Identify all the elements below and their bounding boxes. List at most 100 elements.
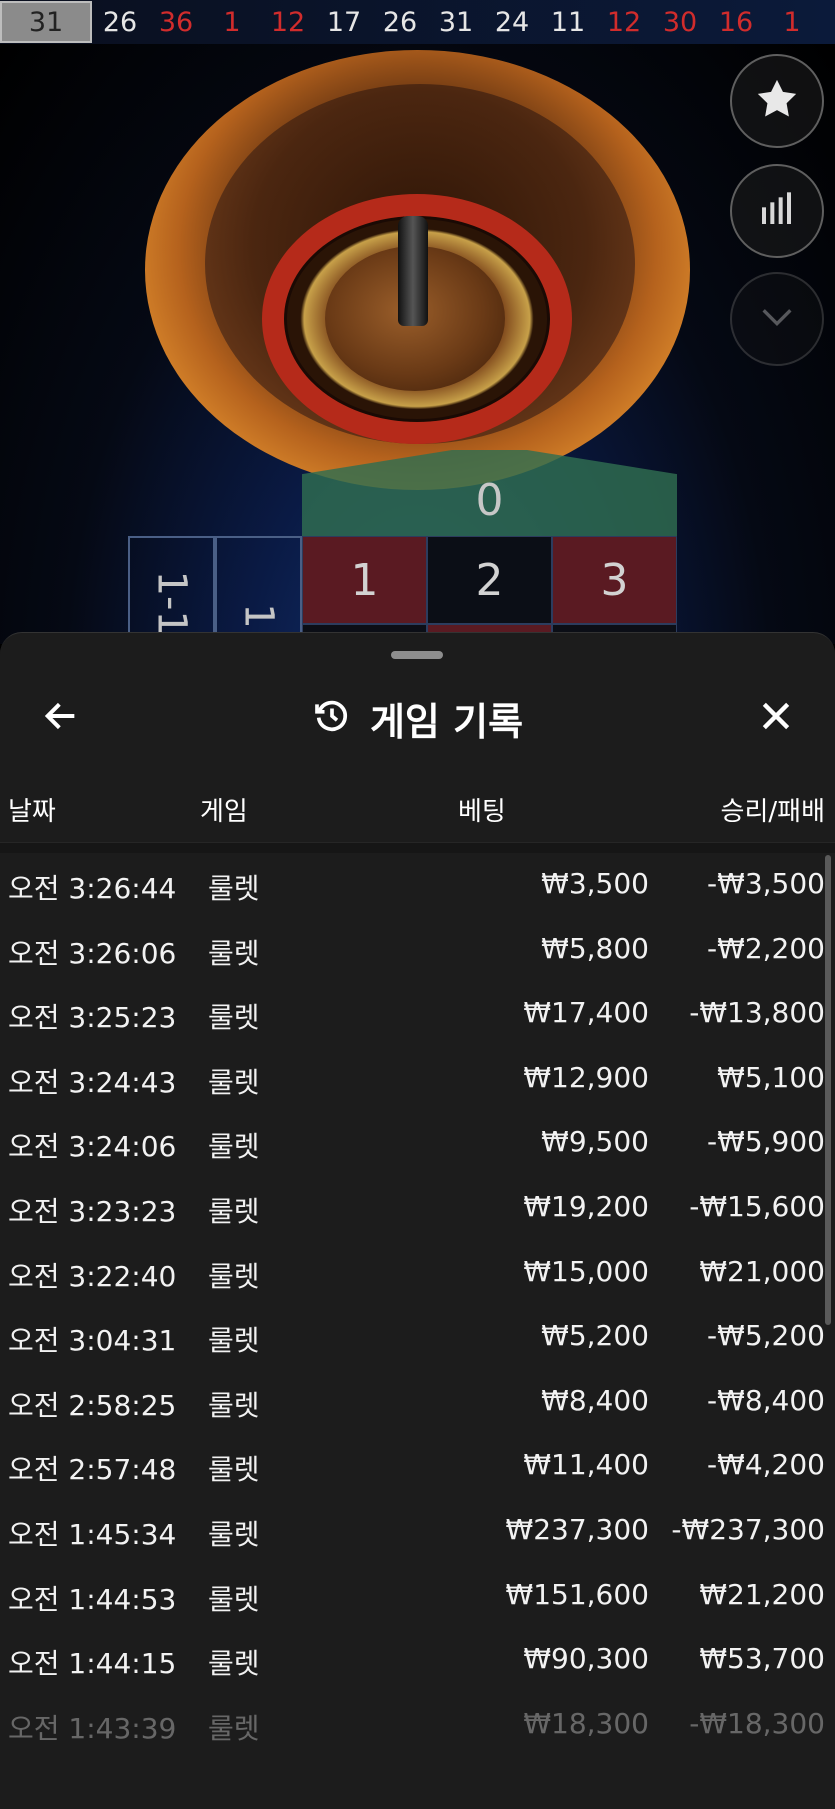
history-row[interactable]: 오전 3:24:43 룰렛 ₩12,900 ₩5,100 xyxy=(0,1047,835,1112)
history-date: 오전 3:25:23 xyxy=(8,1001,177,1035)
history-row[interactable]: 오전 1:43:39 룰렛 ₩18,300 -₩18,300 xyxy=(0,1693,835,1758)
bet-spot-number[interactable]: 3 xyxy=(552,536,677,624)
past-result: 12 xyxy=(606,6,642,38)
past-result: 1 xyxy=(223,6,241,38)
history-game: 룰렛 xyxy=(208,1001,260,1035)
sheet-title: 게임 기록 xyxy=(369,699,524,744)
sheet-drag-handle[interactable] xyxy=(391,651,443,659)
history-win-loss: ₩5,100 xyxy=(717,1060,825,1094)
bet-spot-number[interactable]: 2 xyxy=(427,536,552,624)
past-result: 1 xyxy=(783,6,801,38)
history-win-loss: -₩15,600 xyxy=(689,1189,825,1223)
history-game: 룰렛 xyxy=(208,1647,260,1681)
history-date: 오전 1:44:15 xyxy=(8,1647,177,1681)
stats-icon xyxy=(757,189,797,233)
history-row[interactable]: 오전 2:57:48 룰렛 ₩11,400 -₩4,200 xyxy=(0,1434,835,1499)
history-bet: ₩17,400 xyxy=(523,996,649,1030)
history-row[interactable]: 오전 3:22:40 룰렛 ₩15,000 ₩21,000 xyxy=(0,1241,835,1306)
history-row[interactable]: 오전 3:04:31 룰렛 ₩5,200 -₩5,200 xyxy=(0,1305,835,1370)
close-button[interactable] xyxy=(749,691,803,745)
bet-spot-number[interactable]: 1 xyxy=(302,536,427,624)
history-date: 오전 1:43:39 xyxy=(8,1711,177,1745)
history-row[interactable]: 오전 1:45:34 룰렛 ₩237,300 -₩237,300 xyxy=(0,1499,835,1564)
collapse-button[interactable] xyxy=(730,272,824,366)
history-row[interactable]: 오전 3:25:23 룰렛 ₩17,400 -₩13,800 xyxy=(0,982,835,1047)
history-win-loss: ₩21,000 xyxy=(699,1254,825,1288)
history-bet: ₩12,900 xyxy=(523,1060,649,1094)
history-win-loss: -₩237,300 xyxy=(671,1512,825,1546)
history-game: 룰렛 xyxy=(208,1259,260,1293)
history-date: 오전 3:26:44 xyxy=(8,872,177,905)
history-row[interactable]: 오전 1:44:53 룰렛 ₩151,600 ₩21,200 xyxy=(0,1564,835,1629)
past-result: 26 xyxy=(382,6,418,38)
column-header-game: 게임 xyxy=(200,797,248,827)
history-table-header: 날짜 게임 베팅 승리/패배 xyxy=(0,773,835,843)
past-result: 26 xyxy=(102,6,138,38)
history-date: 오전 3:24:06 xyxy=(8,1130,177,1164)
history-game: 룰렛 xyxy=(208,1453,260,1487)
history-game: 룰렛 xyxy=(208,1194,260,1228)
history-date: 오전 3:04:31 xyxy=(8,1324,177,1358)
favorites-button[interactable] xyxy=(730,54,824,148)
history-bet: ₩5,800 xyxy=(541,931,649,965)
history-date: 오전 2:58:25 xyxy=(8,1388,177,1422)
history-game: 룰렛 xyxy=(208,1324,260,1358)
zero-label: 0 xyxy=(475,474,504,526)
history-win-loss: -₩2,200 xyxy=(707,931,825,965)
history-date: 오전 3:24:43 xyxy=(8,1065,177,1099)
history-game: 룰렛 xyxy=(208,1130,260,1164)
recent-results-bar: 31 26 36 1 12 17 26 31 24 11 12 30 16 1 xyxy=(0,0,835,44)
past-result: 12 xyxy=(270,6,306,38)
bet-spot-dozen[interactable]: 1 xyxy=(215,536,302,644)
past-result: 31 xyxy=(438,6,474,38)
past-result: 30 xyxy=(662,6,698,38)
history-win-loss: ₩21,200 xyxy=(699,1577,825,1611)
bet-spot-1-18[interactable]: 1-18 xyxy=(128,536,215,644)
history-row[interactable]: 오전 3:23:23 룰렛 ₩19,200 -₩15,600 xyxy=(0,1176,835,1241)
roulette-turret xyxy=(398,216,428,326)
history-win-loss: -₩8,400 xyxy=(707,1383,825,1417)
history-bet: ₩3,500 xyxy=(541,867,649,900)
past-result: 16 xyxy=(718,6,754,38)
history-date: 오전 3:23:23 xyxy=(8,1194,177,1228)
history-row[interactable]: 오전 1:44:15 룰렛 ₩90,300 ₩53,700 xyxy=(0,1628,835,1693)
game-history-sheet: 게임 기록 날짜 게임 베팅 승리/패배 오전 3:26:44 룰렛 ₩3,500 -… xyxy=(0,632,835,1809)
bet-spot-dozen-label: 1 xyxy=(235,603,282,629)
history-bet: ₩9,500 xyxy=(541,1125,649,1159)
chevron-down-icon xyxy=(757,297,797,341)
history-game: 룰렛 xyxy=(208,936,260,970)
history-scrollbar[interactable] xyxy=(825,855,831,1325)
history-game: 룰렛 xyxy=(208,1582,260,1616)
history-row[interactable]: 오전 3:26:06 룰렛 ₩5,800 -₩2,200 xyxy=(0,918,835,983)
history-row[interactable]: 오전 2:58:25 룰렛 ₩8,400 -₩8,400 xyxy=(0,1370,835,1435)
star-icon xyxy=(754,76,800,126)
history-win-loss: -₩4,200 xyxy=(707,1448,825,1482)
history-list: 오전 3:26:44 룰렛 ₩3,500 -₩3,500 오전 3:26:06 룰렛 ₩5,… xyxy=(0,853,835,1757)
history-win-loss: -₩13,800 xyxy=(689,996,825,1030)
past-result: 24 xyxy=(494,6,530,38)
number-grid: 123456 xyxy=(302,536,677,644)
history-bet: ₩8,400 xyxy=(541,1383,649,1417)
history-date: 오전 3:26:06 xyxy=(8,936,177,970)
history-bet: ₩19,200 xyxy=(523,1189,649,1223)
history-row[interactable]: 오전 3:26:44 룰렛 ₩3,500 -₩3,500 xyxy=(0,853,835,918)
column-header-date: 날짜 xyxy=(8,797,56,827)
history-row[interactable]: 오전 3:24:06 룰렛 ₩9,500 -₩5,900 xyxy=(0,1111,835,1176)
statistics-button[interactable] xyxy=(730,164,824,258)
history-game: 룰렛 xyxy=(208,872,260,905)
history-date: 오전 2:57:48 xyxy=(8,1453,177,1487)
history-game: 룰렛 xyxy=(208,1065,260,1099)
past-result: 11 xyxy=(550,6,586,38)
history-game: 룰렛 xyxy=(208,1517,260,1551)
history-bet: ₩18,300 xyxy=(523,1706,649,1740)
history-win-loss: -₩5,900 xyxy=(707,1125,825,1159)
sheet-header: 게임 기록 xyxy=(0,673,835,763)
history-date: 오전 1:45:34 xyxy=(8,1517,177,1551)
back-button[interactable] xyxy=(36,693,86,743)
close-icon xyxy=(756,696,796,740)
history-bet: ₩90,300 xyxy=(523,1642,649,1676)
past-result: 17 xyxy=(326,6,362,38)
history-game: 룰렛 xyxy=(208,1711,260,1745)
header-divider xyxy=(0,843,835,853)
arrow-left-icon xyxy=(41,696,81,740)
